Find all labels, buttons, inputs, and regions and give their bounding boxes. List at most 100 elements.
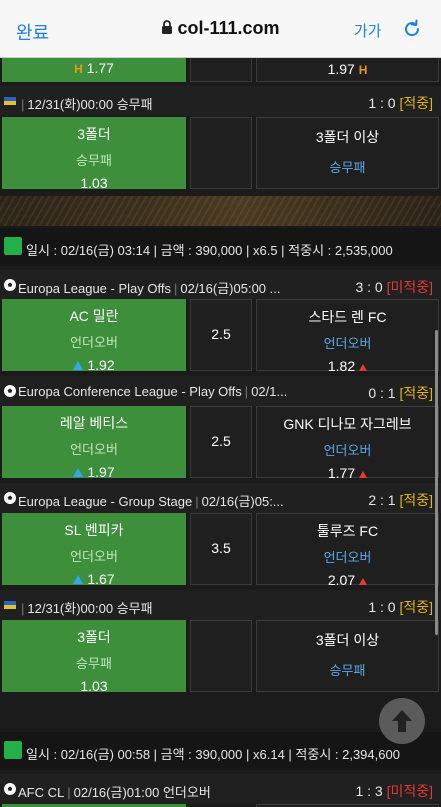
away-cell[interactable]: GNK 디나모 자그레브 언더오버 1.77 (256, 406, 439, 481)
bet-type: 언더오버 (70, 335, 118, 350)
game-header: Europa League - Group Stage | 02/16(금)05:.… (0, 483, 441, 513)
away-cell[interactable]: 툴루즈 FC 언더오버 2.07 (256, 513, 439, 588)
away-odd: 2.07 (327, 572, 356, 588)
game-market: 승무패 (116, 97, 153, 112)
game-datetime: 12/31(화)00:00 (27, 97, 114, 112)
line-value: 2.5 (211, 433, 231, 449)
prev-away-cell[interactable]: 1.97 H (256, 58, 439, 82)
bet-type: 언더오버 (70, 549, 118, 564)
line-cell (190, 117, 252, 189)
away-cell[interactable]: 3폴더 이상 승무패 (256, 620, 439, 692)
game-status: [적중] (399, 492, 433, 508)
game-datetime: 02/16(금)01:00 (73, 785, 160, 800)
game-datetime: 02/16(금)05:... (201, 494, 284, 509)
scroll-top-button[interactable] (379, 698, 425, 744)
arrow-up-icon (359, 364, 368, 371)
home-odd: 1.67 (87, 571, 115, 587)
game-datetime: 02/1... (251, 384, 288, 399)
bet-type: 언더오버 (323, 443, 372, 458)
handicap-mark: H (358, 63, 368, 77)
game-score: 0 : 1 (368, 385, 396, 401)
url-text: col-111.com (177, 18, 280, 38)
arrow-up-icon (359, 578, 368, 585)
home-cell[interactable]: 3폴더 승무패 1.03 (2, 620, 186, 694)
game-score: 1 : 0 (368, 599, 396, 615)
hit-indicator (4, 237, 22, 255)
arrow-up-icon (73, 468, 84, 477)
game-datetime: 12/31(화)00:00 (27, 601, 114, 616)
summary-text: 일시 : 02/16(금) 00:58 | 금액 : 390,000 | x6.… (26, 747, 400, 762)
game-status: [적중] (399, 385, 433, 401)
game-header: Europa Conference League - Play Offs | 02/… (0, 376, 441, 406)
home-cell[interactable]: 레알 베티스 언더오버 1.97 (2, 406, 186, 480)
odd: 1.77 (86, 60, 114, 76)
away-team: 툴루즈 FC (316, 523, 379, 539)
game-score: 2 : 1 (368, 492, 396, 508)
home-cell[interactable]: 3폴더 승무패 1.03 (2, 117, 186, 191)
home-cell[interactable]: SL 벤피카 언더오버 1.67 (2, 513, 186, 587)
game-header: AFC CL | 02/16(금)01:00 언더오버 1 : 3 [미적중] (0, 774, 441, 804)
game-datetime: 02/16(금)05:00 ... (180, 281, 281, 296)
home-odd: 1.03 (80, 678, 108, 694)
game-status: [미적중] (386, 783, 433, 799)
bet-type: 승무패 (76, 153, 112, 168)
soccer-ball-icon (3, 278, 17, 292)
bet-history-list: H 1.77 1.97 H | 12/31(화)00:00 승무패 1 : 0 [… (0, 58, 441, 807)
game-header: | 12/31(화)00:00 승무패 1 : 0 [적중] (0, 590, 441, 620)
summary-text: 일시 : 02/16(금) 03:14 | 금액 : 390,000 | x6.… (26, 243, 393, 258)
arrow-up-icon (392, 710, 412, 732)
home-odd: 1.97 (87, 464, 115, 480)
bet-type: 언더오버 (323, 550, 372, 565)
home-team: 3폴더 (77, 629, 111, 645)
odd: 1.97 (327, 61, 355, 77)
line-value: 3.5 (211, 540, 231, 556)
bet-type: 언더오버 (323, 336, 372, 351)
reload-icon[interactable] (401, 18, 423, 40)
home-team: SL 벤피카 (64, 522, 124, 538)
arrow-up-icon (73, 361, 84, 370)
soccer-ball-icon (3, 782, 17, 796)
away-odd: 1.77 (327, 465, 356, 481)
flag-icon (3, 598, 17, 612)
browser-toolbar: 완료 col-111.com 가가 (0, 0, 441, 58)
home-odd: 1.92 (87, 357, 115, 373)
prev-home-cell[interactable]: H 1.77 (2, 58, 186, 82)
game-header: Europa League - Play Offs | 02/16(금)05:00 … (0, 270, 441, 300)
league-name: AFC CL (18, 785, 65, 800)
league-name: Europa Conference League - Play Offs (18, 384, 242, 399)
soccer-ball-icon (3, 491, 17, 505)
away-cell[interactable]: 3폴더 이상 승무패 (256, 117, 439, 189)
line-cell: 3.5 (190, 513, 252, 585)
hit-indicator (4, 741, 22, 759)
away-odd: 1.82 (327, 358, 356, 374)
home-team: 3폴더 (77, 126, 111, 142)
league-name: Europa League - Play Offs (18, 281, 171, 296)
line-cell: 2.5 (190, 299, 252, 371)
away-team: GNK 디나모 자그레브 (283, 416, 412, 432)
arrow-up-icon (73, 575, 84, 584)
bet-type: 언더오버 (70, 442, 118, 457)
prev-line-cell (190, 58, 252, 82)
flag-icon (3, 94, 17, 108)
bet-summary: 일시 : 02/16(금) 03:14 | 금액 : 390,000 | x6.… (0, 228, 441, 266)
scrollbar[interactable] (435, 330, 438, 635)
lock-icon (161, 19, 173, 40)
game-score: 1 : 0 (368, 95, 396, 111)
league-name: Europa League - Group Stage (18, 494, 193, 509)
away-team: 스타드 렌 FC (308, 309, 387, 325)
arrow-up-icon (359, 471, 368, 478)
away-cell[interactable]: 스타드 렌 FC 언더오버 1.82 (256, 299, 439, 374)
home-team: AC 밀란 (69, 308, 119, 324)
banner-image (0, 196, 441, 226)
home-cell[interactable]: AC 밀란 언더오버 1.92 (2, 299, 186, 373)
bet-type: 승무패 (329, 160, 366, 175)
game-score: 3 : 0 (355, 279, 383, 295)
soccer-ball-icon (3, 384, 17, 398)
game-status: [미적중] (386, 279, 433, 295)
text-size-button[interactable]: 가가 (354, 20, 382, 41)
home-team: 레알 베티스 (59, 415, 129, 431)
line-value: 2.5 (211, 326, 231, 342)
handicap-mark: H (74, 62, 83, 76)
game-market: 승무패 (116, 601, 153, 616)
home-odd: 1.03 (80, 175, 108, 191)
